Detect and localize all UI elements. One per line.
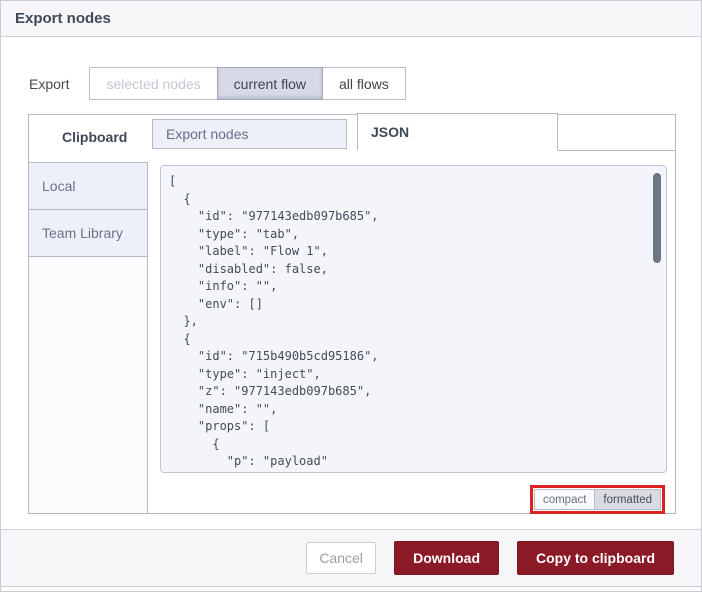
library-title: Clipboard — [62, 129, 128, 145]
dialog-footer: Cancel Download Copy to clipboard — [1, 529, 701, 587]
tab-export-nodes[interactable]: Export nodes — [152, 119, 347, 149]
json-export-content: [ { "id": "977143edb097b685", "type": "t… — [169, 174, 379, 468]
copy-to-clipboard-button[interactable]: Copy to clipboard — [517, 541, 674, 575]
toggle-selected-nodes[interactable]: selected nodes — [89, 67, 218, 100]
sidebar-item-local[interactable]: Local — [29, 163, 147, 210]
textarea-scrollbar-thumb[interactable] — [653, 173, 661, 263]
tab-json[interactable]: JSON — [357, 113, 558, 150]
toggle-all-flows[interactable]: all flows — [322, 67, 406, 100]
cancel-button[interactable]: Cancel — [306, 542, 377, 574]
dialog-header: Export nodes — [1, 1, 701, 37]
export-scope-label: Export — [29, 75, 70, 92]
format-toggle-group: compact formatted — [533, 489, 661, 510]
tab-baseline-divider — [558, 150, 675, 151]
library-panel: Clipboard Export nodes JSON Local Team L… — [28, 113, 676, 514]
json-export-textarea[interactable]: [ { "id": "977143edb097b685", "type": "t… — [160, 165, 667, 473]
library-sidebar: Local Team Library — [29, 162, 148, 513]
formatted-button[interactable]: formatted — [594, 489, 661, 510]
compact-button[interactable]: compact — [533, 489, 596, 510]
toggle-current-flow[interactable]: current flow — [216, 67, 324, 100]
export-nodes-dialog: Export nodes Export selected nodes curre… — [0, 0, 702, 592]
export-scope-row: Export selected nodes current flow all f… — [29, 67, 406, 100]
export-scope-toggle-group: selected nodes current flow all flows — [89, 67, 406, 100]
format-toggle-annotation-box: compact formatted — [529, 485, 665, 514]
download-button[interactable]: Download — [394, 541, 499, 575]
dialog-title: Export nodes — [15, 10, 111, 27]
sidebar-item-team-library[interactable]: Team Library — [29, 210, 147, 257]
